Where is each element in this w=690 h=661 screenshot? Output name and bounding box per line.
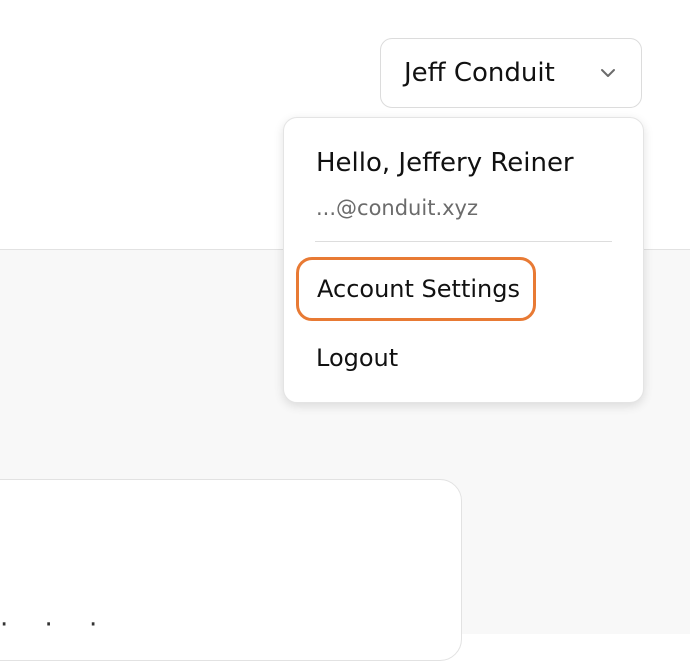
user-name-label: Jeff Conduit (404, 58, 555, 88)
user-menu-button[interactable]: Jeff Conduit (380, 38, 642, 108)
greeting-text: Hello, Jeffery Reiner (316, 148, 574, 178)
account-settings-menu-item[interactable]: Account Settings (296, 257, 536, 321)
card-text-fragment: · · · (0, 610, 112, 640)
user-email: ...@conduit.xyz (316, 196, 478, 220)
chevron-down-icon (599, 64, 617, 82)
menu-divider (315, 241, 612, 242)
user-dropdown-menu: Hello, Jeffery Reiner ...@conduit.xyz Ac… (283, 117, 644, 403)
account-settings-label: Account Settings (317, 275, 520, 303)
logout-menu-item[interactable]: Logout (316, 344, 398, 372)
